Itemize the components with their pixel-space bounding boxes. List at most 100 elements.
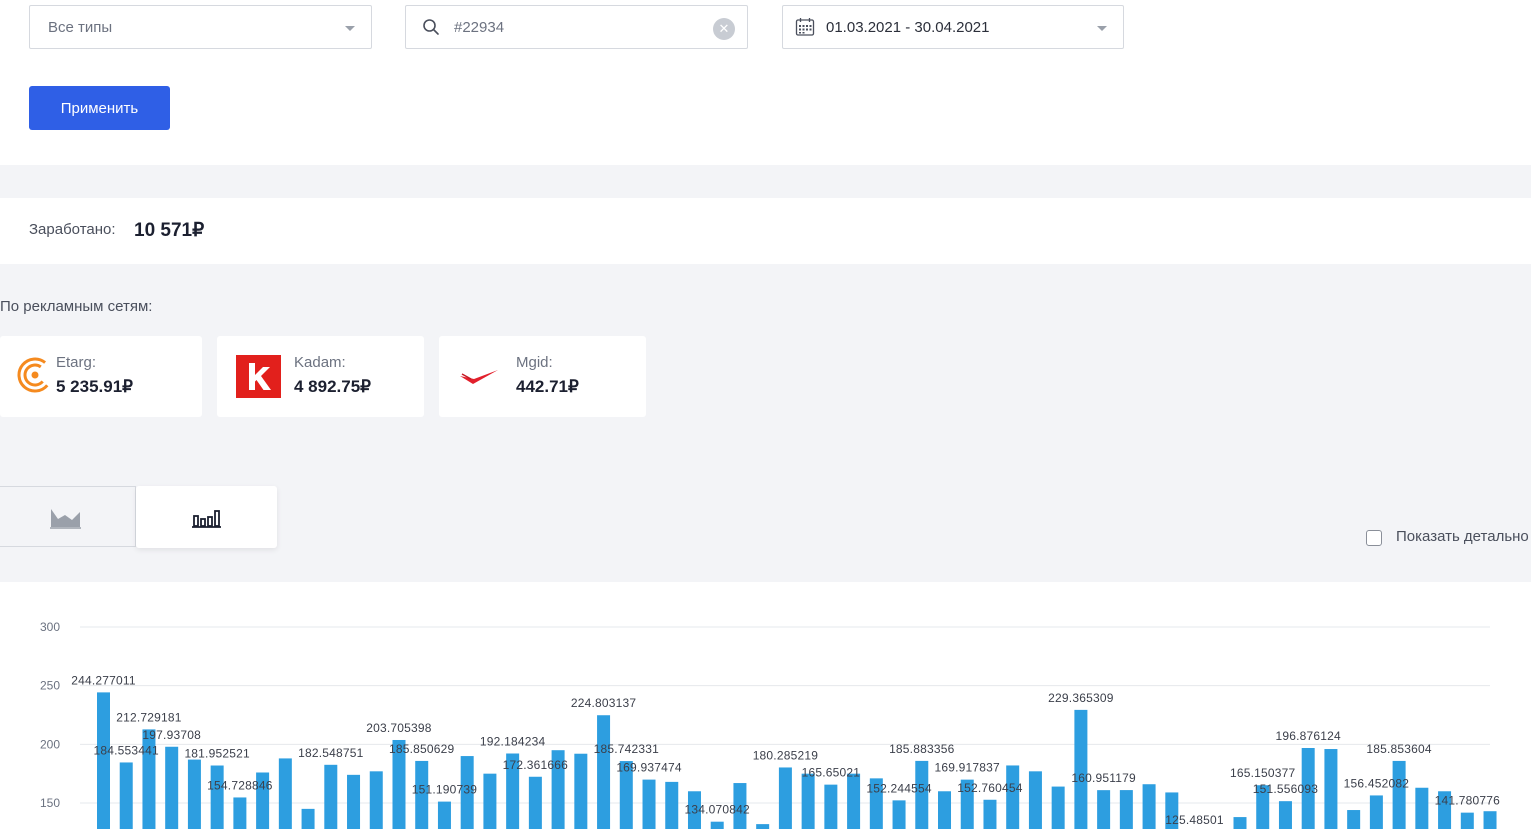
earned-label: Заработано:	[29, 221, 116, 238]
details-checkbox[interactable]	[1366, 530, 1382, 546]
chart-bar[interactable]	[1415, 787, 1429, 829]
chart-bar[interactable]	[347, 774, 361, 829]
chart-bar[interactable]	[324, 764, 338, 829]
chart-bar[interactable]	[301, 808, 315, 829]
bar-data-label: 160.951179	[1071, 771, 1136, 785]
chart-bar[interactable]	[1483, 811, 1497, 829]
bar-data-label: 244.277011	[71, 673, 136, 687]
chevron-down-icon	[1097, 26, 1107, 31]
chart-bar[interactable]	[1324, 749, 1338, 829]
chart-bar[interactable]	[938, 791, 952, 829]
bar-data-label: 185.853604	[1366, 742, 1432, 756]
chart-bar[interactable]	[665, 781, 679, 829]
chart-bar[interactable]	[483, 773, 497, 829]
chart-bar[interactable]	[847, 773, 861, 829]
bar-data-label: 169.937474	[616, 761, 682, 775]
bar-data-label: 134.070842	[685, 803, 751, 817]
chart-bar[interactable]	[437, 801, 451, 829]
bar-data-label: 156.452082	[1344, 776, 1410, 790]
bar-data-label: 224.803137	[571, 696, 637, 710]
chart-bar[interactable]	[642, 779, 656, 829]
network-value: 442.71₽	[516, 377, 579, 396]
bar-data-label: 165.150377	[1230, 766, 1296, 780]
chart-bar[interactable]	[574, 753, 588, 829]
chart-bar[interactable]	[210, 765, 224, 829]
chart-bar[interactable]	[778, 767, 792, 829]
bar-data-label: 196.876124	[1275, 729, 1341, 743]
date-range-picker[interactable]: 01.03.2021 - 30.04.2021	[782, 5, 1124, 49]
chart-bar[interactable]	[756, 824, 770, 829]
y-tick-label: 300	[40, 620, 60, 634]
bar-data-label: 152.244554	[866, 781, 932, 795]
search-icon	[423, 19, 439, 35]
network-value: 4 892.75₽	[294, 377, 371, 396]
network-name: Mgid:	[516, 354, 553, 371]
bar-chart-toggle[interactable]	[136, 486, 277, 548]
area-chart-toggle[interactable]	[0, 486, 136, 547]
chart-bar[interactable]	[1028, 771, 1042, 829]
clear-icon[interactable]: ✕	[713, 18, 735, 40]
network-value: 5 235.91₽	[56, 377, 133, 396]
y-tick-label: 200	[40, 737, 60, 751]
mgid-logo	[460, 370, 498, 384]
chart-bar[interactable]	[97, 692, 110, 829]
chart-bar[interactable]	[1233, 817, 1247, 829]
bar-chart-icon	[192, 510, 221, 528]
etarg-logo	[17, 357, 53, 393]
search-value: #22934	[454, 18, 505, 36]
bar-data-label: 185.850629	[389, 742, 455, 756]
chart-bar[interactable]	[528, 776, 542, 829]
bar-data-label: 141.780776	[1435, 794, 1501, 808]
bar-data-label: 180.285219	[753, 748, 819, 762]
chart-bar[interactable]	[1119, 790, 1133, 829]
chart-bar[interactable]	[710, 821, 724, 829]
chart-bar[interactable]	[824, 784, 838, 829]
area-chart-icon	[50, 509, 81, 529]
bar-data-label: 165.65021	[802, 766, 861, 780]
bar-data-label: 185.742331	[594, 742, 660, 756]
bar-data-label: 169.917837	[935, 761, 1001, 775]
chart-bar[interactable]	[1392, 760, 1406, 829]
details-checkbox-label[interactable]: Показать детально	[1396, 528, 1529, 545]
search-input[interactable]: #22934 ✕	[405, 5, 748, 49]
kadam-logo	[236, 355, 281, 398]
chart-bar[interactable]	[1006, 765, 1020, 829]
bar-data-label: 184.553441	[94, 743, 160, 757]
chart-bar[interactable]	[1460, 812, 1474, 829]
bar-data-label: 152.760454	[957, 781, 1023, 795]
chart-bar[interactable]	[119, 762, 133, 829]
bar-data-label: 182.548751	[298, 746, 364, 760]
y-tick-label: 250	[40, 679, 60, 693]
chart-bar[interactable]	[278, 758, 292, 829]
chart-bar[interactable]	[187, 759, 201, 829]
chart-bar[interactable]	[165, 746, 179, 829]
chart-bar[interactable]	[1347, 810, 1361, 829]
chart-bar[interactable]	[1278, 801, 1292, 829]
chart-bar[interactable]	[1142, 784, 1156, 829]
chart-bar[interactable]	[1074, 709, 1088, 829]
bar-data-label: 197.93708	[142, 728, 201, 742]
networks-title: По рекламным сетям:	[0, 298, 153, 315]
network-card-mgid: Mgid: 442.71₽	[439, 336, 646, 417]
chart-bar[interactable]	[233, 797, 247, 829]
y-tick-label: 150	[40, 796, 60, 810]
chart-bar[interactable]	[892, 800, 906, 829]
bar-data-label: 203.705398	[366, 721, 432, 735]
chevron-down-icon	[345, 26, 355, 31]
type-select[interactable]: Все типы	[29, 5, 372, 49]
bar-data-label: 192.184234	[480, 735, 546, 749]
earned-value: 10 571₽	[134, 220, 205, 241]
chart-bar[interactable]	[983, 799, 997, 829]
bar-data-label: 185.883356	[889, 742, 955, 756]
bar-data-label: 151.190739	[412, 783, 478, 797]
apply-button[interactable]: Применить	[29, 86, 170, 130]
chart-bar[interactable]	[1369, 795, 1383, 829]
network-card-etarg: Etarg: 5 235.91₽	[0, 336, 202, 417]
chart-bar[interactable]	[801, 773, 815, 829]
chart-bar[interactable]	[1051, 786, 1065, 829]
chart-bar[interactable]	[597, 715, 611, 829]
chart-bar[interactable]	[1097, 790, 1111, 829]
network-card-kadam: Kadam: 4 892.75₽	[217, 336, 424, 417]
bar-data-label: 125.48501	[1165, 813, 1224, 827]
chart-bar[interactable]	[369, 771, 383, 829]
